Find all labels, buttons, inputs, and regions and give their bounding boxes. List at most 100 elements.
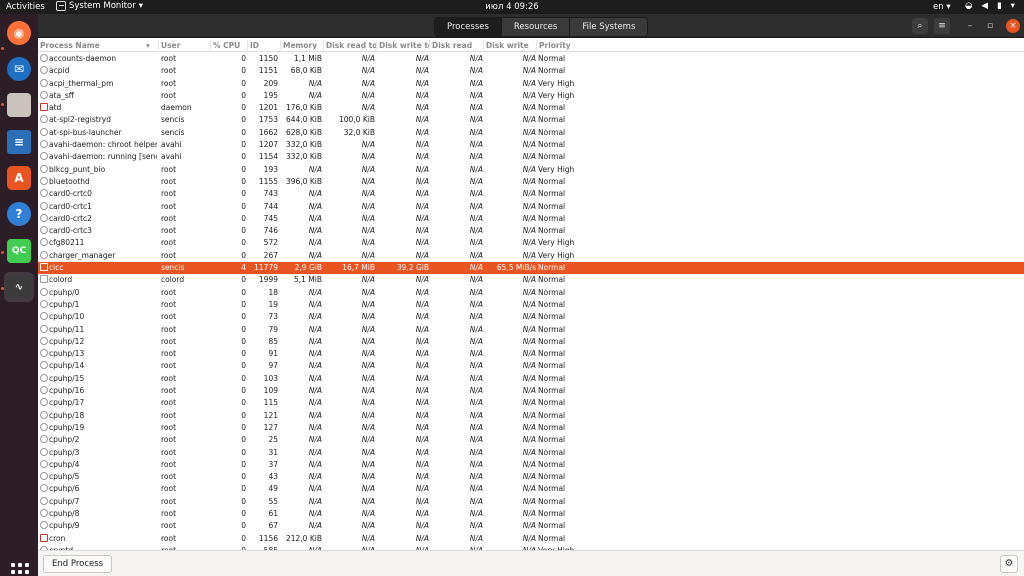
table-row[interactable]: cpuhp/3 root 0 31 N/A N/A N/A N/A N/A Normal: [38, 447, 1024, 459]
menu-button[interactable]: ≡: [934, 18, 950, 34]
maximize-button[interactable]: ▫: [983, 19, 997, 33]
table-row[interactable]: accounts-daemon root 0 1150 1,1 MiB N/A N/A N/A…: [38, 53, 1024, 65]
cell-mem: N/A: [308, 336, 322, 346]
minimize-button[interactable]: –: [963, 19, 977, 33]
column-header-name[interactable]: Process Name: [40, 41, 152, 50]
cell-prio: Normal: [538, 152, 566, 162]
tab-file-systems[interactable]: File Systems: [570, 18, 648, 36]
table-row[interactable]: acpi_thermal_pm root 0 209 N/A N/A N/A N/A N/A Ve…: [38, 78, 1024, 90]
cell-name: cpuhp/7: [49, 496, 80, 506]
process-table[interactable]: Process Name User % CPU ID Memory Disk read t…: [38, 38, 1024, 550]
cell-user: root: [161, 299, 177, 309]
cell-id: 1999: [258, 275, 278, 285]
cell-mem: N/A: [308, 238, 322, 248]
cell-id: 61: [268, 508, 278, 518]
tab-processes[interactable]: Processes: [435, 18, 502, 36]
table-row[interactable]: cpuhp/15 root 0 103 N/A N/A N/A N/A N/A Normal: [38, 373, 1024, 385]
end-process-button[interactable]: End Process: [43, 555, 113, 573]
close-button[interactable]: ×: [1006, 19, 1020, 33]
cell-dwt: N/A: [415, 275, 429, 285]
dock-writer[interactable]: ≡: [4, 127, 34, 157]
table-row[interactable]: cpuhp/1 root 0 19 N/A N/A N/A N/A N/A Normal: [38, 299, 1024, 311]
dock-software[interactable]: A: [4, 163, 34, 193]
cell-name: card0-crtc3: [49, 226, 92, 236]
cell-user: root: [161, 201, 177, 211]
table-row[interactable]: avahi-daemon: running [sencis-avahi 0 1154…: [38, 151, 1024, 163]
table-row[interactable]: acpid root 0 1151 68,0 KiB N/A N/A N/A N/A Normal: [38, 65, 1024, 77]
table-row[interactable]: ata_sff root 0 195 N/A N/A N/A N/A N/A Very High: [38, 90, 1024, 102]
column-header-cpu[interactable]: % CPU: [213, 41, 248, 50]
cell-drt: N/A: [361, 484, 375, 494]
dock-system-monitor[interactable]: ∿: [4, 272, 34, 302]
cell-id: 1753: [258, 115, 278, 125]
clock[interactable]: июл 4 09:26: [0, 2, 1024, 12]
column-header-dr[interactable]: Disk read: [432, 41, 483, 50]
app-menu[interactable]: System Monitor ▾: [56, 1, 143, 11]
table-row[interactable]: cpuhp/0 root 0 18 N/A N/A N/A N/A N/A Normal: [38, 287, 1024, 299]
cell-dwt: N/A: [415, 115, 429, 125]
tab-resources[interactable]: Resources: [501, 18, 571, 36]
system-tray[interactable]: ◒ ◀ ▮ ▾: [965, 1, 1015, 11]
cell-prio: Normal: [538, 54, 566, 63]
table-row[interactable]: cpuhp/9 root 0 67 N/A N/A N/A N/A N/A Normal: [38, 520, 1024, 532]
table-row[interactable]: cpuhp/8 root 0 61 N/A N/A N/A N/A N/A Normal: [38, 508, 1024, 520]
table-row[interactable]: bluetoothd root 0 1155 396,0 KiB N/A N/A N/A N/A…: [38, 176, 1024, 188]
table-row[interactable]: at-spi2-registryd sencis 0 1753 644,0 KiB 100…: [38, 114, 1024, 126]
table-row[interactable]: cpuhp/12 root 0 85 N/A N/A N/A N/A N/A Normal: [38, 336, 1024, 348]
table-row[interactable]: cron root 0 1156 212,0 KiB N/A N/A N/A N/A Normal: [38, 533, 1024, 545]
table-row[interactable]: cpuhp/4 root 0 37 N/A N/A N/A N/A N/A Normal: [38, 459, 1024, 471]
table-row[interactable]: colord colord 0 1999 5,1 MiB N/A N/A N/A N/A Norm…: [38, 274, 1024, 286]
wifi-icon: ◒: [965, 1, 973, 11]
cell-id: 91: [268, 349, 278, 359]
show-applications-icon[interactable]: [11, 563, 29, 576]
search-button[interactable]: ⌕: [912, 18, 928, 34]
language-indicator[interactable]: en ▾: [933, 2, 951, 12]
column-separator: [536, 40, 537, 50]
column-header-drt[interactable]: Disk read tota: [326, 41, 376, 50]
table-row[interactable]: cpuhp/17 root 0 115 N/A N/A N/A N/A N/A Normal: [38, 397, 1024, 409]
table-row[interactable]: cpuhp/16 root 0 109 N/A N/A N/A N/A N/A Normal: [38, 385, 1024, 397]
table-row[interactable]: cpuhp/11 root 0 79 N/A N/A N/A N/A N/A Normal: [38, 324, 1024, 336]
table-row[interactable]: cpuhp/10 root 0 73 N/A N/A N/A N/A N/A Normal: [38, 311, 1024, 323]
dock-firefox[interactable]: ◉: [4, 18, 34, 48]
table-row[interactable]: avahi-daemon: chroot helper avahi 0 1207 332…: [38, 139, 1024, 151]
table-row[interactable]: blkcg_punt_bio root 0 193 N/A N/A N/A N/A N/A Ver…: [38, 164, 1024, 176]
folder-icon: [7, 93, 31, 117]
table-row[interactable]: cpuhp/18 root 0 121 N/A N/A N/A N/A N/A Normal: [38, 410, 1024, 422]
column-header-dwt[interactable]: Disk write tot: [379, 41, 430, 50]
table-row[interactable]: card0-crtc3 root 0 746 N/A N/A N/A N/A N/A Normal: [38, 225, 1024, 237]
cell-dw: N/A: [522, 78, 536, 88]
table-row[interactable]: card0-crtc0 root 0 743 N/A N/A N/A N/A N/A Normal: [38, 188, 1024, 200]
table-row[interactable]: card0-crtc1 root 0 744 N/A N/A N/A N/A N/A Normal: [38, 201, 1024, 213]
cell-cpu: 0: [241, 361, 246, 371]
table-row[interactable]: cpuhp/19 root 0 127 N/A N/A N/A N/A N/A Normal: [38, 422, 1024, 434]
table-row[interactable]: charger_manager root 0 267 N/A N/A N/A N/A N/A Ve…: [38, 250, 1024, 262]
table-row[interactable]: cpuhp/6 root 0 49 N/A N/A N/A N/A N/A Normal: [38, 483, 1024, 495]
table-row[interactable]: cpuhp/7 root 0 55 N/A N/A N/A N/A N/A Normal: [38, 496, 1024, 508]
dock-help[interactable]: ?: [4, 199, 34, 229]
table-row[interactable]: cicc sencis 4 11779 2,9 GiB 16,7 MiB 39,2 GiB N…: [38, 262, 1024, 275]
column-header-mem[interactable]: Memory: [283, 41, 323, 50]
preferences-button[interactable]: ⚙: [1000, 555, 1018, 573]
column-header-prio[interactable]: Priority: [539, 41, 599, 50]
cell-user: root: [161, 447, 177, 457]
table-row[interactable]: cfg80211 root 0 572 N/A N/A N/A N/A N/A Very High: [38, 237, 1024, 249]
column-header-id[interactable]: ID: [250, 41, 280, 50]
cell-prio: Normal: [538, 103, 566, 113]
dock-files[interactable]: [4, 90, 34, 120]
cell-cpu: 0: [241, 422, 246, 432]
table-row[interactable]: atd daemon 0 1201 176,0 KiB N/A N/A N/A N/A Norma…: [38, 102, 1024, 114]
table-row[interactable]: cpuhp/13 root 0 91 N/A N/A N/A N/A N/A Normal: [38, 348, 1024, 360]
activities-button[interactable]: Activities: [6, 2, 45, 12]
dock-thunderbird[interactable]: ✉: [4, 54, 34, 84]
column-header-user[interactable]: User: [161, 41, 209, 50]
table-row[interactable]: card0-crtc2 root 0 745 N/A N/A N/A N/A N/A Normal: [38, 213, 1024, 225]
table-row[interactable]: cpuhp/5 root 0 43 N/A N/A N/A N/A N/A Normal: [38, 471, 1024, 483]
cell-prio: Normal: [538, 386, 566, 396]
cell-dwt: N/A: [415, 103, 429, 113]
table-row[interactable]: at-spi-bus-launcher sencis 0 1662 628,0 KiB 3…: [38, 127, 1024, 139]
dock-qtcreator[interactable]: QC: [4, 236, 34, 266]
column-header-dw[interactable]: Disk write: [486, 41, 537, 50]
table-row[interactable]: cpuhp/2 root 0 25 N/A N/A N/A N/A N/A Normal: [38, 434, 1024, 446]
table-row[interactable]: cpuhp/14 root 0 97 N/A N/A N/A N/A N/A Normal: [38, 360, 1024, 372]
